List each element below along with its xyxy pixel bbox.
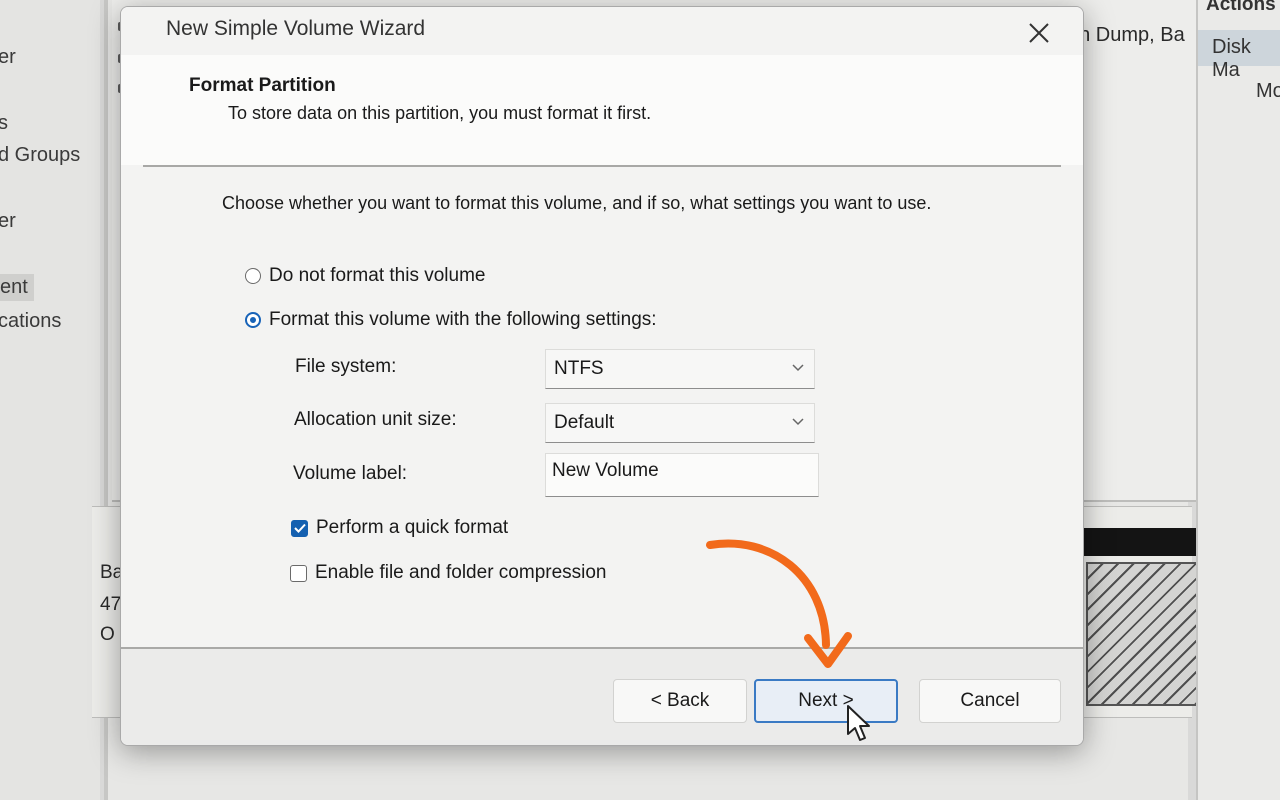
page-title: Format Partition: [189, 75, 336, 96]
radio-button[interactable]: [245, 268, 261, 284]
actions-title: Actions: [1206, 0, 1276, 15]
left-nav-pane: er s d Groups er ent cations: [0, 0, 100, 800]
disk-label: 47: [100, 594, 122, 615]
file-system-label: File system:: [295, 356, 397, 377]
unallocated-header-bar: [1080, 528, 1202, 556]
volume-label-label: Volume label:: [293, 463, 408, 484]
nav-item-disk-management[interactable]: ent: [0, 274, 34, 301]
nav-item[interactable]: er: [0, 210, 16, 233]
nav-item[interactable]: d Groups: [0, 144, 80, 167]
disk-label: O: [100, 624, 115, 645]
actions-item-disk-management[interactable]: Disk Ma: [1198, 30, 1280, 81]
cancel-button[interactable]: Cancel: [919, 679, 1061, 723]
radio-format-volume[interactable]: Format this volume with the following se…: [245, 309, 657, 331]
checkbox-unchecked[interactable]: [290, 564, 307, 582]
allocation-unit-value: Default: [554, 412, 615, 433]
radio-label: Do not format this volume: [269, 265, 486, 286]
radio-do-not-format[interactable]: Do not format this volume: [245, 265, 485, 287]
chevron-down-icon: [792, 360, 804, 375]
title-bar[interactable]: New Simple Volume Wizard: [121, 7, 1083, 55]
actions-item-more[interactable]: Mo: [1256, 80, 1280, 103]
unallocated-space-block[interactable]: [1086, 562, 1202, 706]
radio-label: Format this volume with the following se…: [269, 309, 657, 330]
file-system-select[interactable]: NTFS: [545, 349, 815, 389]
wizard-content: Choose whether you want to format this v…: [121, 167, 1083, 647]
close-icon: [1029, 23, 1049, 43]
chevron-down-icon: [792, 414, 804, 429]
nav-item[interactable]: er: [0, 46, 16, 69]
file-system-value: NTFS: [554, 358, 604, 379]
allocation-unit-label: Allocation unit size:: [294, 409, 457, 430]
wizard-footer: < Back Next > Cancel: [121, 649, 1083, 745]
wizard-header: Format Partition To store data on this p…: [121, 55, 1083, 165]
checkbox-quick-format[interactable]: Perform a quick format: [291, 517, 508, 539]
checkbox-label: Enable file and folder compression: [315, 562, 607, 583]
back-button[interactable]: < Back: [613, 679, 747, 723]
nav-item[interactable]: s: [0, 112, 8, 135]
checkmark-icon: [293, 523, 306, 533]
instruction-text: Choose whether you want to format this v…: [222, 193, 932, 213]
volume-label-input[interactable]: New Volume: [545, 453, 819, 497]
allocation-unit-select[interactable]: Default: [545, 403, 815, 443]
page-description: To store data on this partition, you mus…: [228, 103, 652, 123]
checkbox-checked[interactable]: [291, 519, 308, 537]
checkbox-compression[interactable]: Enable file and folder compression: [290, 562, 607, 584]
mouse-pointer-icon: [847, 705, 870, 741]
radio-button-selected[interactable]: [245, 312, 261, 328]
dialog-title: New Simple Volume Wizard: [166, 17, 426, 40]
checkbox-label: Perform a quick format: [316, 517, 509, 538]
new-simple-volume-wizard: New Simple Volume Wizard Format Partitio…: [120, 6, 1084, 746]
actions-pane: Actions Disk Ma Mo: [1196, 0, 1280, 800]
next-button[interactable]: Next >: [754, 679, 898, 723]
nav-item[interactable]: cations: [0, 310, 61, 333]
close-button[interactable]: [1023, 17, 1055, 49]
